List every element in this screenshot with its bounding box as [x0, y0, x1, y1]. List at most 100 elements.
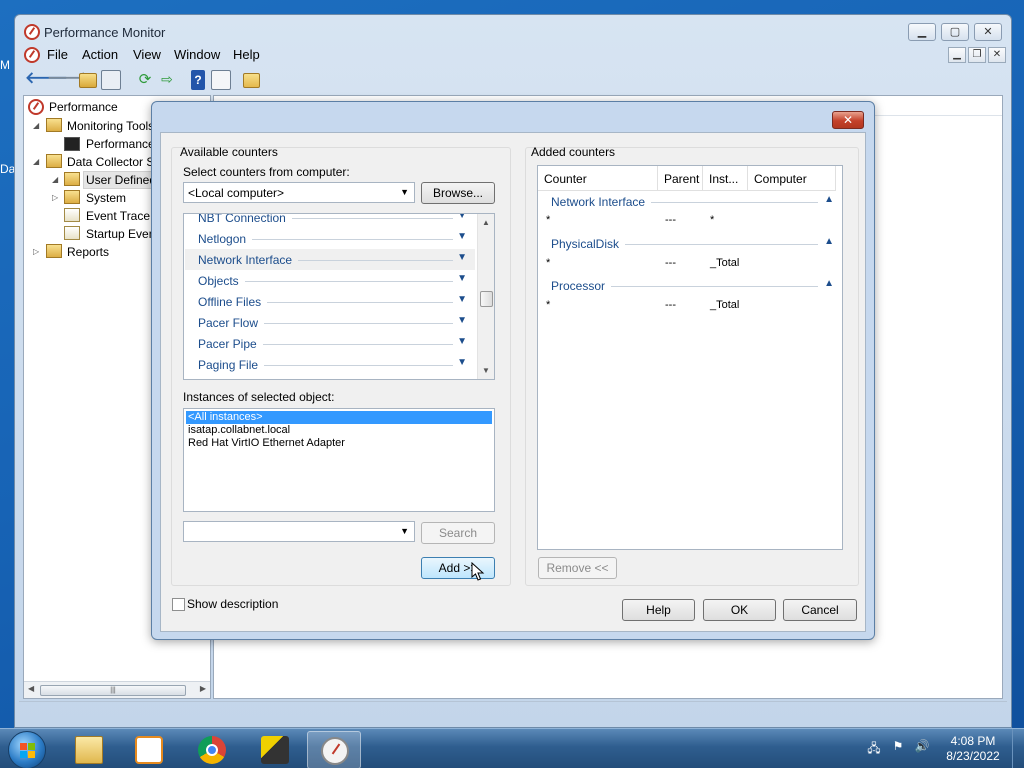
up-folder-icon[interactable] [79, 73, 97, 88]
search-combobox[interactable]: ▼ [183, 521, 415, 542]
column-header-counter[interactable]: Counter [538, 166, 658, 191]
show-description-checkbox[interactable] [172, 598, 185, 611]
show-desktop-button[interactable] [1012, 729, 1024, 768]
new-window-icon[interactable] [243, 73, 260, 88]
menu-window[interactable]: Window [174, 47, 220, 62]
start-button[interactable] [8, 731, 46, 768]
minimize-button[interactable]: ▁ [908, 23, 936, 41]
object-label: Objects [198, 274, 245, 288]
menu-help[interactable]: Help [233, 47, 260, 62]
mouse-cursor-icon [471, 561, 485, 582]
refresh-icon[interactable]: ⟳ [135, 70, 155, 90]
forward-arrow-icon[interactable]: 🡒 [47, 70, 90, 90]
instance-item[interactable]: isatap.collabnet.local [186, 424, 492, 437]
performance-object-list[interactable]: NBT Connection ▼ Netlogon ▼ Network Inte… [183, 213, 495, 380]
scroll-right-icon[interactable]: ▶ [200, 684, 206, 693]
instance-item[interactable]: <All instances> [186, 411, 492, 424]
chevron-up-icon[interactable]: ▲ [824, 236, 834, 247]
help-icon[interactable]: ? [191, 70, 205, 90]
mdi-minimize-button[interactable]: ▁ [948, 47, 966, 63]
column-header-parent[interactable]: Parent [658, 166, 703, 191]
collapse-triangle-icon[interactable]: ◢ [33, 157, 39, 166]
chevron-down-icon[interactable]: ▼ [457, 357, 467, 368]
object-item-nbt-connection[interactable]: NBT Connection ▼ [185, 214, 475, 228]
chevron-down-icon[interactable]: ▼ [457, 214, 467, 221]
scrollbar-thumb[interactable] [480, 291, 493, 307]
search-button[interactable]: Search [421, 522, 495, 544]
object-list-scrollbar[interactable]: ▲ ▼ [477, 214, 494, 379]
back-arrow-icon[interactable]: 🡐 [25, 70, 68, 90]
mdi-child-icon[interactable] [24, 47, 40, 63]
network-tray-icon[interactable]: 🖧 [866, 739, 882, 755]
taskbar-performance-monitor[interactable] [307, 731, 361, 768]
column-header-computer[interactable]: Computer [748, 166, 836, 191]
taskbar-chrome[interactable] [185, 731, 239, 768]
perfmon-app-icon[interactable] [24, 24, 40, 40]
instances-list[interactable]: <All instances> isatap.collabnet.local R… [183, 408, 495, 512]
help-button[interactable]: Help [622, 599, 695, 621]
computer-combobox[interactable]: <Local computer> ▼ [183, 182, 415, 203]
show-description-label[interactable]: Show description [187, 597, 278, 611]
windows-logo-icon [20, 743, 36, 759]
show-hide-tree-icon[interactable] [101, 70, 121, 90]
chevron-down-icon[interactable]: ▼ [457, 336, 467, 347]
maximize-button[interactable]: ▢ [941, 23, 969, 41]
data-collector-sets-icon [46, 154, 62, 168]
object-item-pacer-pipe[interactable]: Pacer Pipe ▼ [185, 333, 475, 354]
object-label: Paging File [198, 358, 265, 372]
menu-file[interactable]: File [47, 47, 68, 62]
add-counters-dialog: ✕ Available counters Select counters fro… [151, 101, 875, 640]
action-center-flag-icon[interactable]: ⚑ [890, 739, 906, 755]
added-group-processor[interactable]: Processor ▲ [538, 276, 838, 296]
chevron-down-icon[interactable]: ▼ [457, 294, 467, 305]
mdi-restore-button[interactable]: ❐ [968, 47, 986, 63]
taskbar-media-player[interactable] [122, 731, 176, 768]
scroll-up-icon[interactable]: ▲ [482, 218, 490, 227]
expand-triangle-icon[interactable]: ▷ [33, 247, 39, 256]
object-item-network-interface[interactable]: Network Interface ▼ [185, 249, 475, 270]
object-item-paging-file[interactable]: Paging File ▼ [185, 354, 475, 375]
object-item-offline-files[interactable]: Offline Files ▼ [185, 291, 475, 312]
remove-button[interactable]: Remove << [538, 557, 617, 579]
scroll-left-icon[interactable]: ◀ [28, 684, 34, 693]
volume-icon[interactable]: 🔊 [914, 739, 930, 755]
taskbar-explorer[interactable] [62, 731, 116, 768]
browse-button[interactable]: Browse... [421, 182, 495, 204]
close-button[interactable]: ✕ [974, 23, 1002, 41]
scroll-down-icon[interactable]: ▼ [482, 366, 490, 375]
ok-button[interactable]: OK [703, 599, 776, 621]
collapse-triangle-icon[interactable]: ◢ [52, 175, 58, 184]
startup-event-icon [64, 226, 80, 240]
column-header-instance[interactable]: Inst... [703, 166, 748, 191]
added-group-physicaldisk[interactable]: PhysicalDisk ▲ [538, 234, 838, 254]
taskbar-tools[interactable] [248, 731, 302, 768]
tree-item-label: Monitoring Tools [67, 119, 155, 133]
instance-item[interactable]: Red Hat VirtIO Ethernet Adapter [186, 437, 492, 450]
expand-triangle-icon[interactable]: ▷ [52, 193, 58, 202]
object-item-pacer-flow[interactable]: Pacer Flow ▼ [185, 312, 475, 333]
clock-time: 4:08 PM [950, 734, 996, 748]
chevron-up-icon[interactable]: ▲ [824, 278, 834, 289]
object-item-objects[interactable]: Objects ▼ [185, 270, 475, 291]
added-group-network-interface[interactable]: Network Interface ▲ [538, 192, 838, 212]
dialog-close-button[interactable]: ✕ [832, 111, 864, 129]
cancel-button[interactable]: Cancel [783, 599, 857, 621]
mdi-close-button[interactable]: ✕ [988, 47, 1006, 63]
chevron-down-icon[interactable]: ▼ [457, 315, 467, 326]
chevron-down-icon[interactable]: ▼ [457, 273, 467, 284]
chevron-up-icon[interactable]: ▲ [824, 194, 834, 205]
chevron-down-icon[interactable]: ▼ [457, 231, 467, 242]
menu-action[interactable]: Action [82, 47, 118, 62]
reports-icon [46, 244, 62, 258]
object-item-netlogon[interactable]: Netlogon ▼ [185, 228, 475, 249]
menu-view[interactable]: View [133, 47, 161, 62]
properties-icon[interactable] [211, 70, 231, 90]
export-list-icon[interactable]: ⇨ [157, 70, 177, 90]
collapse-triangle-icon[interactable]: ◢ [33, 121, 39, 130]
scrollbar-thumb[interactable]: ||| [40, 685, 186, 696]
added-counters-list[interactable]: Counter Parent Inst... Computer Network … [537, 165, 843, 550]
clock[interactable]: 4:08 PM 8/23/2022 [940, 734, 1006, 764]
chevron-down-icon[interactable]: ▼ [457, 252, 467, 263]
object-label: Netlogon [198, 232, 253, 246]
tree-horizontal-scrollbar[interactable]: ◀ ||| ▶ [24, 681, 210, 698]
